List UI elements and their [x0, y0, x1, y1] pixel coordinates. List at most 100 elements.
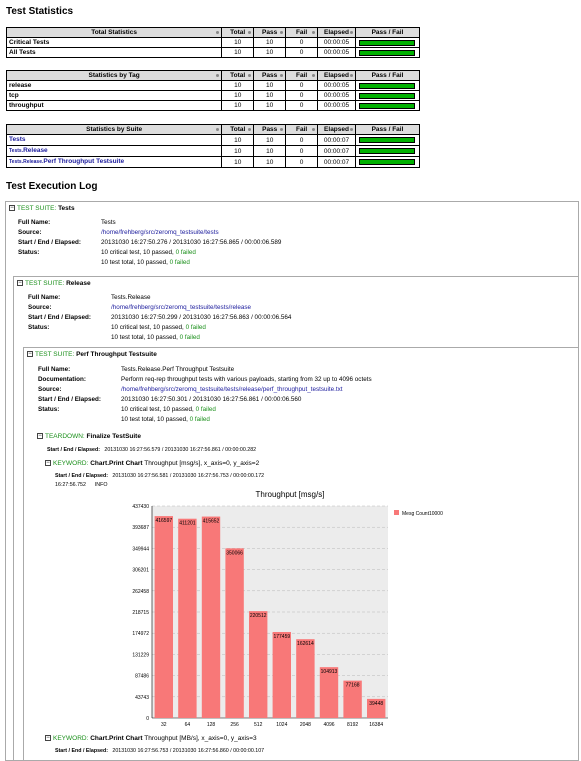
suite-link-perf-throughput[interactable]: Tests.Release.Perf Throughput Testsuite	[9, 158, 124, 165]
column-header[interactable]: Total Statistics	[5, 27, 223, 38]
column-header[interactable]: Total	[221, 70, 255, 81]
stat-fail: 0	[285, 90, 319, 101]
x-tick-label: 2048	[300, 722, 311, 728]
x-tick-label: 1024	[276, 722, 287, 728]
y-tick-label: 43743	[135, 695, 149, 701]
pass-fail-cell	[354, 156, 421, 168]
column-header[interactable]: Statistics by Suite	[5, 124, 223, 135]
pass-fail-cell	[354, 90, 421, 101]
suite-link-tests[interactable]: Tests	[9, 136, 26, 143]
table-header-row: Statistics by Suite Total Pass Fail Elap…	[5, 124, 421, 135]
stat-total: 10	[221, 80, 255, 91]
column-header[interactable]: Statistics by Tag	[5, 70, 223, 81]
chart-bar	[178, 518, 197, 718]
keyword-print-chart-header[interactable]: − KEYWORD: Chart.Print Chart Throughput […	[45, 460, 259, 467]
suite-tests-meta: Full Name: Tests Source:/home/frehberg/sr…	[18, 219, 282, 266]
stat-elapsed: 00:00:07	[317, 145, 356, 157]
column-header[interactable]: Elapsed	[317, 27, 356, 38]
suite-release-header[interactable]: − TEST SUITE: Release	[17, 280, 91, 287]
pass-fail-cell	[354, 47, 421, 58]
column-header[interactable]: Fail	[285, 70, 319, 81]
stat-fail: 0	[285, 47, 319, 58]
collapse-icon[interactable]: −	[27, 351, 33, 358]
table-row: tcp 10 10 0 00:00:05	[5, 90, 421, 101]
x-tick-label: 128	[207, 722, 216, 728]
stat-name: Critical Tests	[5, 37, 223, 48]
suite-perf-meta: Full Name: Tests.Release.Perf Throughput …	[38, 366, 372, 423]
suite-link-cell: Tests.Release	[5, 145, 223, 157]
keyword-print-chart-header-2[interactable]: − KEYWORD: Chart.Print Chart Throughput […	[45, 735, 257, 742]
chart-bar	[201, 516, 221, 718]
column-header[interactable]: Pass / Fail	[354, 124, 421, 135]
suite-statistics-table: Statistics by Suite Total Pass Fail Elap…	[5, 124, 421, 168]
chart-bar	[272, 631, 292, 718]
stat-name: throughput	[5, 100, 223, 111]
table-row: All Tests 10 10 0 00:00:05	[5, 47, 421, 58]
table-row: Tests 10 10 0 00:00:07	[5, 134, 421, 146]
pass-fail-cell	[354, 134, 421, 146]
y-tick-label: 262458	[132, 589, 149, 595]
column-header[interactable]: Fail	[285, 124, 319, 135]
log-time: 16:27:56.752	[55, 482, 86, 488]
source-link[interactable]: /home/frehberg/src/zeromq_testsuite/test…	[111, 304, 251, 311]
tag-statistics-table: Statistics by Tag Total Pass Fail Elapse…	[5, 70, 421, 111]
chart-bar	[296, 639, 315, 718]
stat-elapsed: 00:00:05	[317, 100, 356, 111]
pass-bar	[359, 92, 416, 99]
y-tick-label: 174972	[132, 631, 149, 637]
column-header[interactable]: Pass	[253, 124, 287, 135]
column-header[interactable]: Elapsed	[317, 124, 356, 135]
collapse-icon[interactable]: −	[17, 280, 23, 287]
column-header[interactable]: Pass	[253, 27, 287, 38]
stat-elapsed: 00:00:05	[317, 47, 356, 58]
collapse-icon[interactable]: −	[45, 735, 51, 742]
column-header[interactable]: Pass	[253, 70, 287, 81]
stat-name: All Tests	[5, 47, 223, 58]
teardown-header[interactable]: − TEARDOWN: Finalize TestSuite	[37, 433, 141, 440]
data-label: 411201	[179, 521, 196, 527]
data-label: 350066	[226, 550, 243, 556]
y-tick-label: 393687	[132, 525, 149, 531]
data-label: 39448	[369, 701, 383, 707]
x-tick-label: 512	[254, 722, 263, 728]
collapse-icon[interactable]: −	[45, 460, 51, 467]
data-label: 162614	[297, 641, 314, 647]
stat-fail: 0	[285, 134, 319, 146]
pass-fail-cell	[354, 100, 421, 111]
suite-perf-header[interactable]: − TEST SUITE: Perf Throughput Testsuite	[27, 351, 157, 358]
stat-elapsed: 00:00:05	[317, 37, 356, 48]
stat-elapsed: 00:00:07	[317, 134, 356, 146]
collapse-icon[interactable]: −	[37, 433, 43, 440]
y-tick-label: 349944	[132, 546, 149, 552]
y-tick-label: 218715	[132, 610, 149, 616]
y-tick-label: 0	[146, 716, 149, 722]
suite-link-release[interactable]: Tests.Release	[9, 147, 48, 154]
x-tick-label: 8192	[347, 722, 358, 728]
legend-label: Mesg Count10000	[402, 511, 443, 517]
source-link[interactable]: /home/frehberg/src/zeromq_testsuite/test…	[121, 386, 343, 393]
stat-pass: 10	[253, 145, 287, 157]
column-header[interactable]: Total	[221, 124, 255, 135]
pass-bar	[359, 137, 416, 143]
stat-total: 10	[221, 47, 255, 58]
column-header[interactable]: Pass / Fail	[354, 70, 421, 81]
log-message-row: 16:27:56.752 INFO	[55, 482, 107, 488]
stat-total: 10	[221, 37, 255, 48]
stat-fail: 0	[285, 156, 319, 168]
test-execution-log-heading: Test Execution Log	[6, 181, 98, 192]
column-header[interactable]: Pass / Fail	[354, 27, 421, 38]
collapse-icon[interactable]: −	[9, 205, 15, 212]
source-link[interactable]: /home/frehberg/src/zeromq_testsuite/test…	[101, 229, 219, 236]
column-header[interactable]: Elapsed	[317, 70, 356, 81]
column-header[interactable]: Fail	[285, 27, 319, 38]
test-statistics-heading: Test Statistics	[6, 6, 74, 17]
column-header[interactable]: Total	[221, 27, 255, 38]
pass-fail-cell	[354, 80, 421, 91]
pass-fail-cell	[354, 145, 421, 157]
stat-name: tcp	[5, 90, 223, 101]
pass-bar	[359, 159, 416, 165]
stat-pass: 10	[253, 90, 287, 101]
data-label: 104913	[321, 669, 338, 675]
suite-tests-header[interactable]: − TEST SUITE: Tests	[9, 205, 75, 212]
suite-release-meta: Full Name: Tests.Release Source:/home/fre…	[28, 294, 292, 341]
